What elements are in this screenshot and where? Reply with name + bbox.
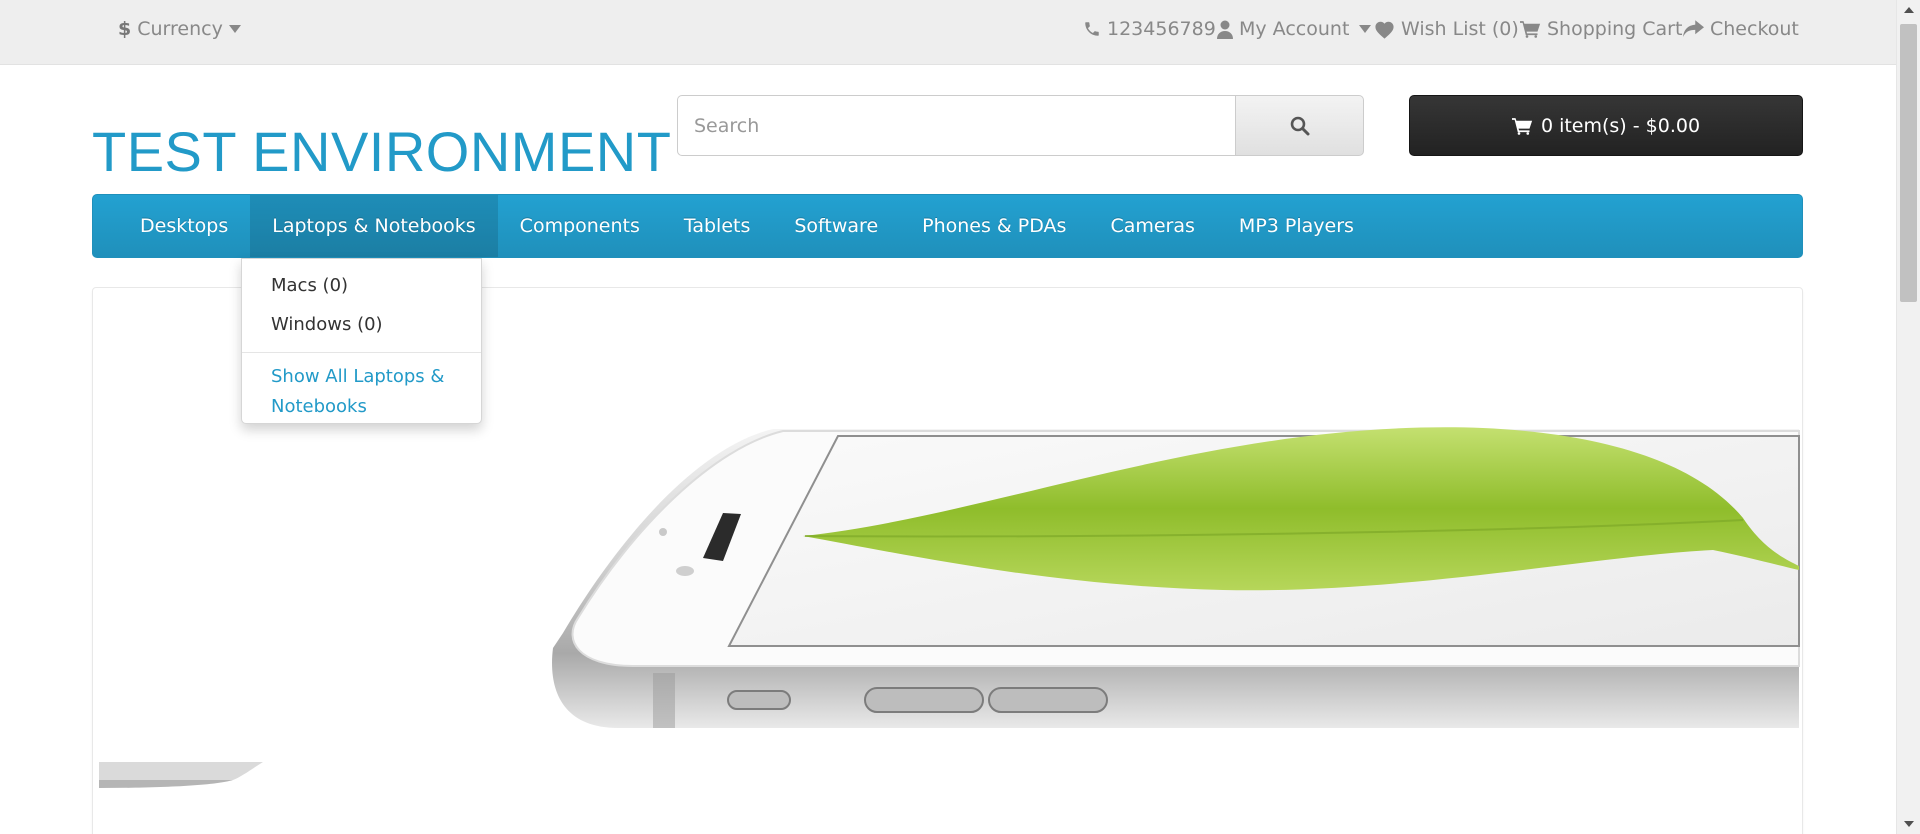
menu-item-phones-pdas[interactable]: Phones & PDAs (900, 195, 1088, 257)
page-scrollbar[interactable] (1896, 0, 1920, 834)
dropdown-divider (242, 352, 481, 353)
currency-dropdown[interactable]: $ Currency (118, 18, 241, 40)
triangle-up-icon (1903, 7, 1914, 13)
my-account-label: My Account (1239, 18, 1350, 40)
wish-list-label: Wish List (0) (1401, 18, 1519, 40)
checkout-label: Checkout (1710, 18, 1799, 40)
search-input[interactable] (677, 95, 1235, 156)
dropdown-item-macs[interactable]: Macs (0) (271, 275, 348, 296)
scroll-up-arrow[interactable] (1897, 0, 1920, 20)
currency-symbol: $ (118, 18, 132, 40)
scroll-down-arrow[interactable] (1897, 814, 1920, 834)
category-menu: Desktops Laptops & Notebooks Components … (92, 194, 1803, 258)
menu-item-software[interactable]: Software (772, 195, 900, 257)
scrollbar-thumb[interactable] (1900, 24, 1917, 302)
my-account-dropdown[interactable]: My Account (1217, 18, 1372, 40)
caret-down-icon (228, 25, 241, 33)
user-icon (1217, 20, 1233, 39)
phone-link[interactable]: 123456789 (1083, 18, 1216, 40)
menu-item-tablets[interactable]: Tablets (662, 195, 772, 257)
currency-label: Currency (137, 18, 223, 40)
share-arrow-icon (1683, 20, 1704, 37)
cart-total-label: 0 item(s) - $0.00 (1540, 114, 1701, 137)
menu-item-components[interactable]: Components (498, 195, 662, 257)
phone-icon (1085, 22, 1099, 36)
triangle-down-icon (1903, 821, 1914, 827)
top-bar: $ Currency 123456789 My Account Wish Lis… (0, 0, 1896, 65)
menu-item-desktops[interactable]: Desktops (118, 195, 250, 257)
cart-icon (1511, 117, 1533, 135)
cart-icon (1520, 21, 1541, 38)
search-button[interactable] (1235, 95, 1364, 156)
phone-number: 123456789 (1107, 18, 1216, 40)
checkout-link[interactable]: Checkout (1683, 18, 1799, 40)
menu-item-cameras[interactable]: Cameras (1088, 195, 1216, 257)
search-icon (1290, 116, 1309, 135)
wish-list-link[interactable]: Wish List (0) (1374, 18, 1519, 40)
store-logo[interactable]: TEST ENVIRONMENT (92, 120, 671, 184)
shopping-cart-label: Shopping Cart (1547, 18, 1683, 40)
dropdown-item-windows[interactable]: Windows (0) (271, 314, 383, 335)
menu-item-mp3-players[interactable]: MP3 Players (1217, 195, 1376, 257)
heart-icon (1375, 21, 1394, 39)
show-all-laptops-link[interactable]: Show All Laptops & Notebooks (271, 362, 471, 422)
search-group (677, 95, 1364, 156)
shopping-cart-link[interactable]: Shopping Cart (1520, 18, 1682, 40)
laptops-dropdown-menu: Macs (0) Windows (0) Show All Laptops & … (241, 258, 482, 424)
caret-down-icon (1359, 25, 1372, 33)
menu-item-laptops-notebooks[interactable]: Laptops & Notebooks (250, 195, 498, 257)
cart-total-button[interactable]: 0 item(s) - $0.00 (1409, 95, 1803, 156)
